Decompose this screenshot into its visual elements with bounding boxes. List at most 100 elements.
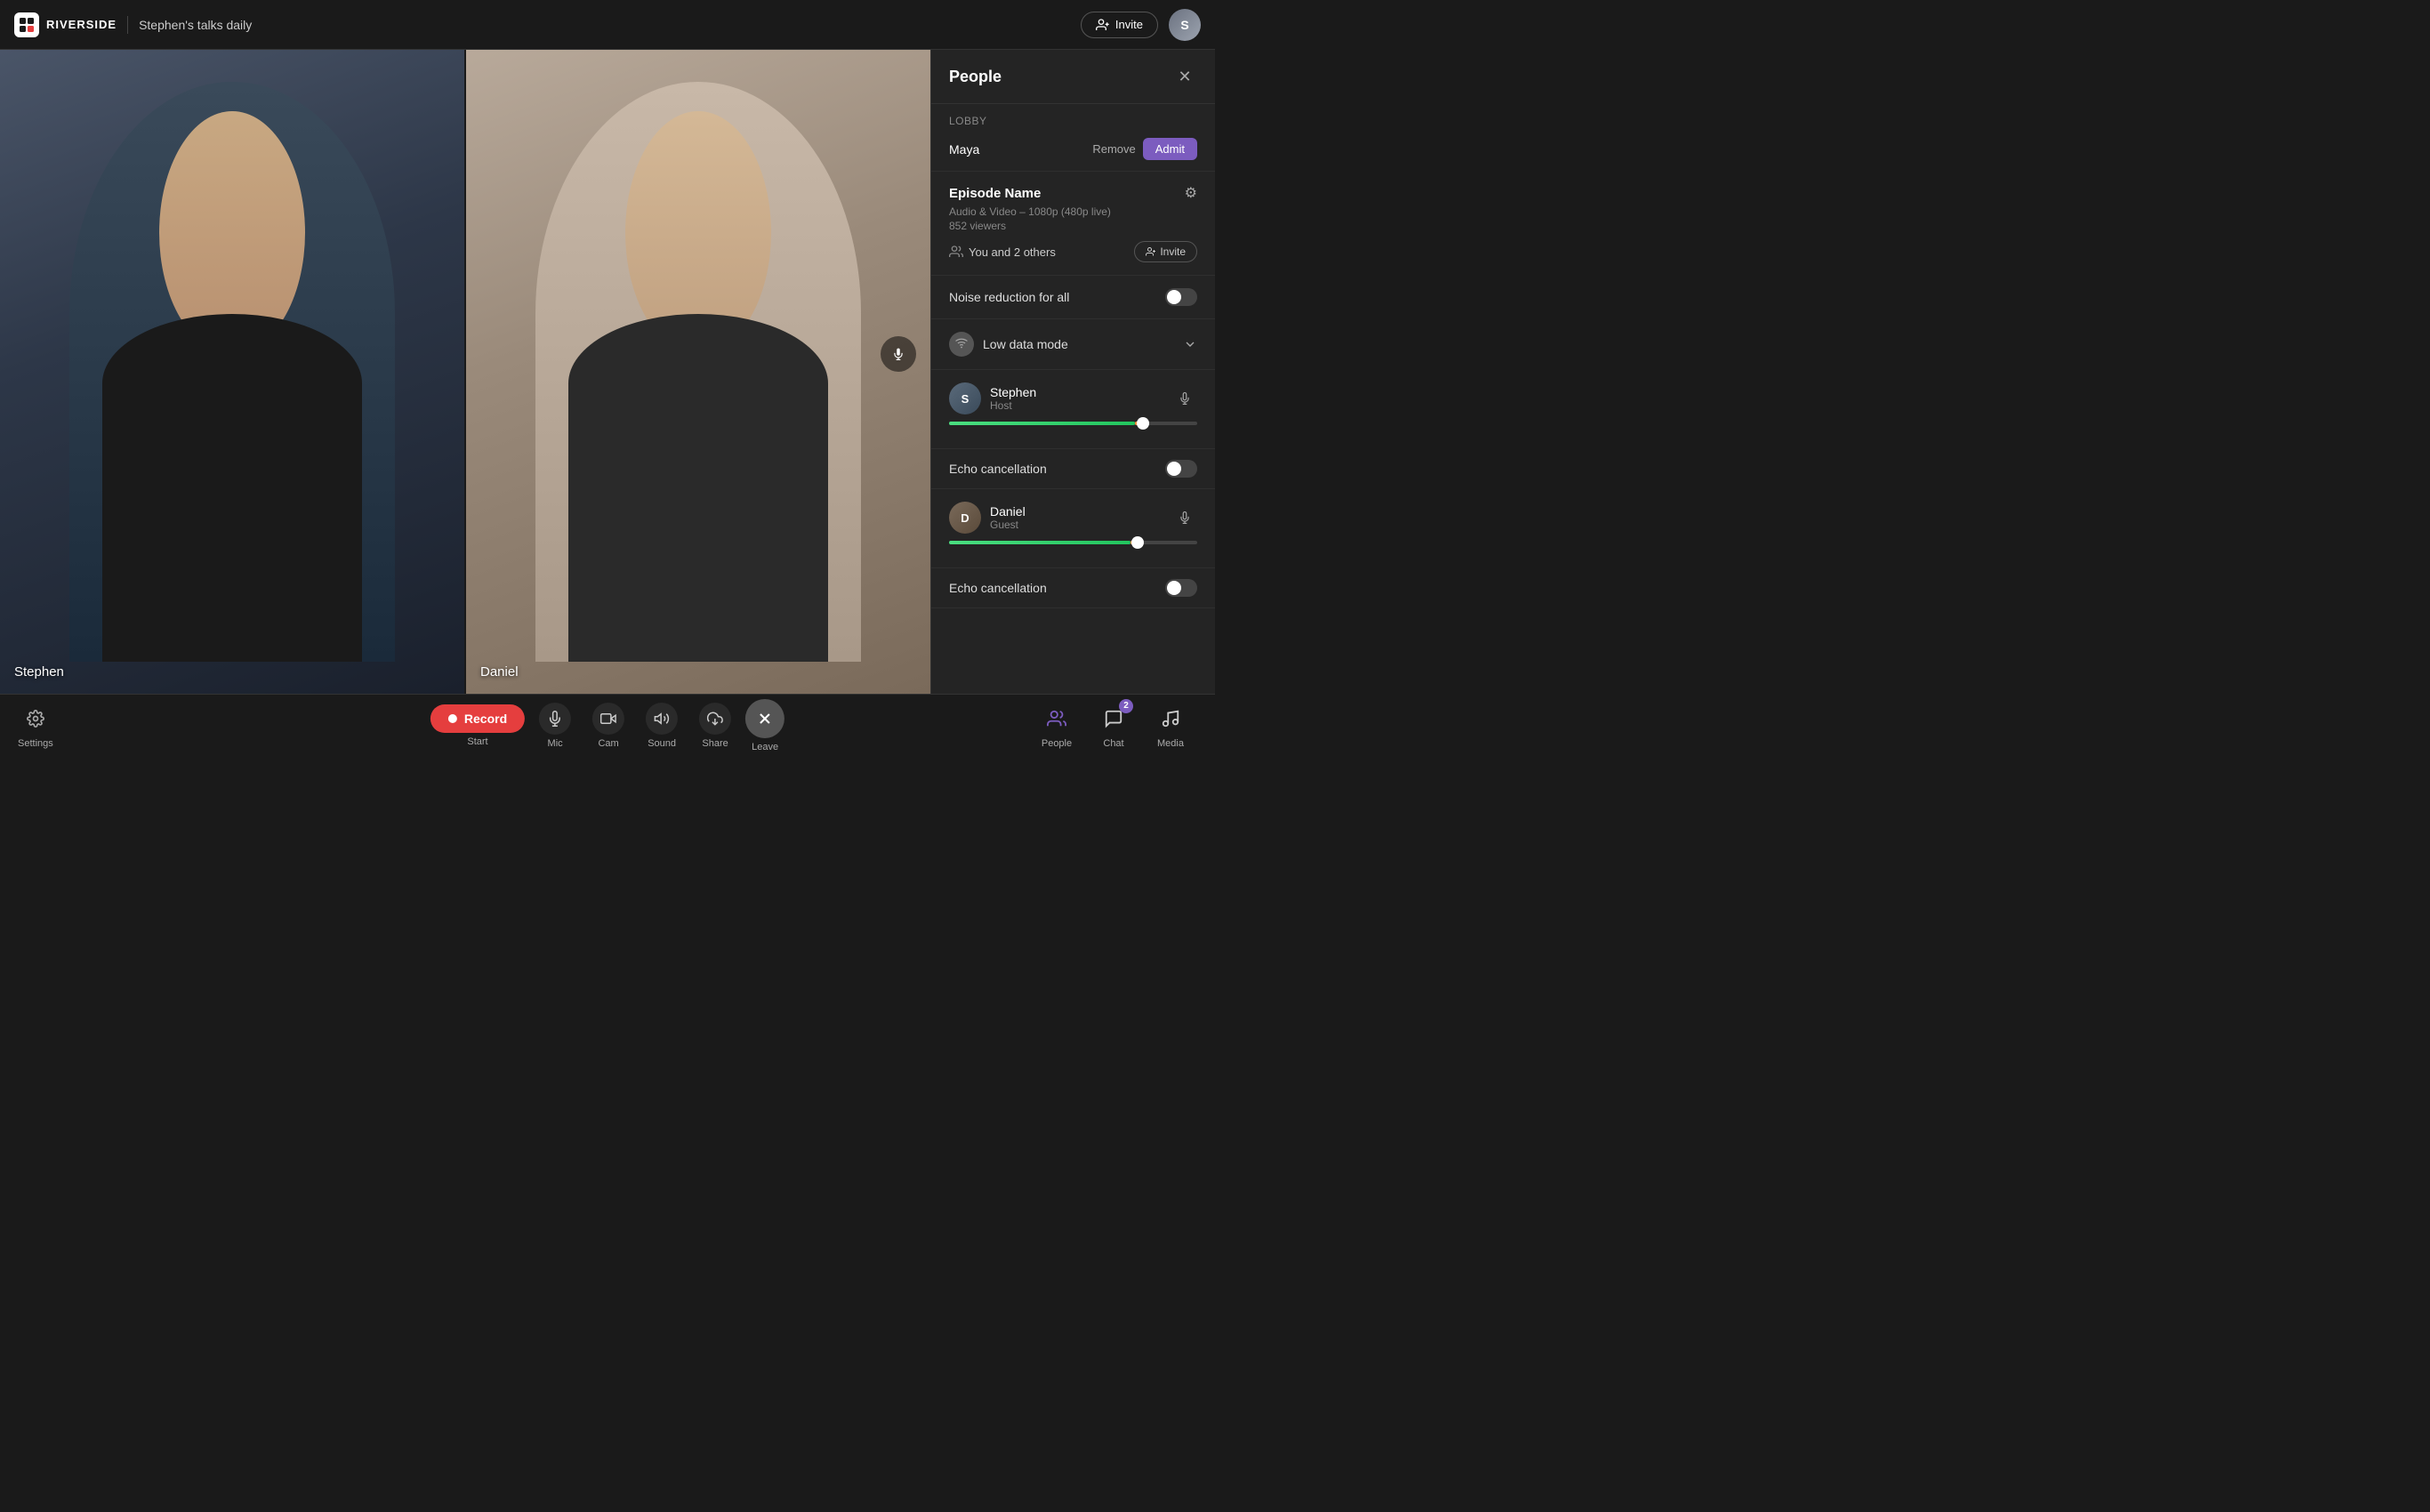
daniel-volume-row — [949, 541, 1197, 544]
episode-viewers: 852 viewers — [949, 220, 1197, 232]
chat-badge: 2 — [1119, 699, 1133, 713]
daniel-avatar: D — [949, 502, 981, 534]
media-label: Media — [1157, 738, 1184, 749]
noise-reduction-row: Noise reduction for all — [949, 288, 1197, 306]
lobby-person-row: Maya Remove Admit — [949, 138, 1197, 160]
stephen-echo-section: Echo cancellation — [931, 449, 1215, 489]
stephen-echo-knob — [1167, 462, 1181, 476]
leave-button[interactable] — [745, 699, 785, 738]
invite-label: Invite — [1115, 18, 1143, 31]
daniel-echo-knob — [1167, 581, 1181, 595]
stephen-echo-row: Echo cancellation — [949, 460, 1197, 478]
start-label: Start — [467, 736, 487, 747]
panel-title: People — [949, 68, 1002, 86]
episode-section: Episode Name ⚙ Audio & Video – 1080p (48… — [931, 172, 1215, 276]
episode-settings-button[interactable]: ⚙ — [1185, 184, 1197, 202]
user-avatar: S — [1169, 9, 1201, 41]
lobby-person-name: Maya — [949, 142, 979, 157]
share-icon — [699, 703, 731, 735]
video-name-stephen: Stephen — [14, 664, 64, 680]
record-label: Record — [464, 712, 507, 726]
low-data-icon — [949, 332, 974, 357]
daniel-info: Daniel Guest — [990, 504, 1163, 531]
cam-button[interactable]: Cam — [585, 699, 632, 752]
share-button[interactable]: Share — [692, 699, 738, 752]
daniel-echo-row: Echo cancellation — [949, 579, 1197, 597]
stephen-mic-button[interactable] — [1172, 386, 1197, 411]
person-silhouette-daniel — [535, 82, 860, 662]
stephen-echo-label: Echo cancellation — [949, 462, 1047, 476]
admit-button[interactable]: Admit — [1143, 138, 1197, 160]
participants-icon — [949, 245, 963, 259]
daniel-mic-button[interactable] — [1172, 505, 1197, 530]
record-dot — [448, 714, 457, 723]
toolbar-right: People 2 Chat Media — [1030, 699, 1197, 752]
people-button[interactable]: People — [1030, 699, 1083, 752]
logo-icon — [14, 12, 39, 37]
share-label: Share — [702, 738, 728, 749]
cam-icon — [592, 703, 624, 735]
leave-label: Leave — [752, 742, 778, 752]
settings-button[interactable]: Settings — [18, 703, 53, 749]
people-label: People — [1042, 738, 1072, 749]
logo-text: RIVERSIDE — [46, 18, 117, 31]
low-data-chevron-icon — [1183, 337, 1197, 351]
logo-area: RIVERSIDE — [14, 12, 117, 37]
low-data-row[interactable]: Low data mode — [949, 332, 1197, 357]
daniel-volume-track[interactable] — [949, 541, 1197, 544]
header-left: RIVERSIDE Stephen's talks daily — [14, 12, 1081, 37]
mic-button[interactable]: Mic — [532, 699, 578, 752]
noise-reduction-section: Noise reduction for all — [931, 276, 1215, 319]
main-content: Stephen Daniel — [0, 50, 1215, 694]
chat-button[interactable]: 2 Chat — [1087, 699, 1140, 752]
right-panel: People ✕ Lobby Maya Remove Admit Episode… — [930, 50, 1215, 694]
stephen-name: Stephen — [990, 385, 1163, 399]
settings-icon — [20, 703, 52, 735]
sound-button[interactable]: Sound — [639, 699, 685, 752]
stephen-info: Stephen Host — [990, 385, 1163, 412]
media-button[interactable]: Media — [1144, 699, 1197, 752]
video-bg-daniel — [466, 50, 930, 694]
video-name-daniel: Daniel — [480, 664, 519, 680]
episode-name: Episode Name — [949, 186, 1041, 201]
record-button[interactable]: Record — [430, 704, 525, 733]
participants-row: You and 2 others Invite — [949, 241, 1197, 262]
session-title: Stephen's talks daily — [139, 18, 252, 32]
low-data-left: Low data mode — [949, 332, 1068, 357]
participants-info: You and 2 others — [949, 245, 1056, 259]
invite-button[interactable]: Invite — [1081, 12, 1158, 38]
header-right: Invite S — [1081, 9, 1201, 41]
person-silhouette-stephen — [69, 82, 394, 662]
daniel-person-row: D Daniel Guest — [949, 502, 1197, 534]
stephen-participant-section: S Stephen Host — [931, 370, 1215, 449]
lobby-actions: Remove Admit — [1092, 138, 1197, 160]
remove-button[interactable]: Remove — [1092, 142, 1135, 156]
chat-icon-wrapper: 2 — [1098, 703, 1130, 735]
stephen-volume-row — [949, 422, 1197, 425]
video-area: Stephen Daniel — [0, 50, 930, 694]
invite-participants-button[interactable]: Invite — [1134, 241, 1197, 262]
noise-reduction-toggle[interactable] — [1165, 288, 1197, 306]
lobby-section: Lobby Maya Remove Admit — [931, 104, 1215, 172]
stephen-echo-toggle[interactable] — [1165, 460, 1197, 478]
daniel-role: Guest — [990, 519, 1163, 531]
video-bg-stephen — [0, 50, 464, 694]
people-icon — [1041, 703, 1073, 735]
person-body-daniel — [568, 314, 828, 662]
stephen-volume-track[interactable] — [949, 422, 1197, 425]
close-panel-button[interactable]: ✕ — [1172, 64, 1197, 89]
toolbar-center: Record Start Mic Cam — [430, 699, 785, 752]
chat-label: Chat — [1103, 738, 1123, 749]
invite-participants-label: Invite — [1160, 245, 1186, 258]
video-panel-stephen: Stephen — [0, 50, 464, 694]
person-body-stephen — [102, 314, 362, 662]
episode-header-row: Episode Name ⚙ — [949, 184, 1197, 202]
daniel-echo-toggle[interactable] — [1165, 579, 1197, 597]
stephen-avatar: S — [949, 382, 981, 414]
daniel-echo-label: Echo cancellation — [949, 581, 1047, 595]
media-icon — [1155, 703, 1187, 735]
lobby-label: Lobby — [949, 115, 1197, 127]
low-data-section: Low data mode — [931, 319, 1215, 370]
daniel-echo-section: Echo cancellation — [931, 568, 1215, 608]
stephen-role: Host — [990, 399, 1163, 412]
